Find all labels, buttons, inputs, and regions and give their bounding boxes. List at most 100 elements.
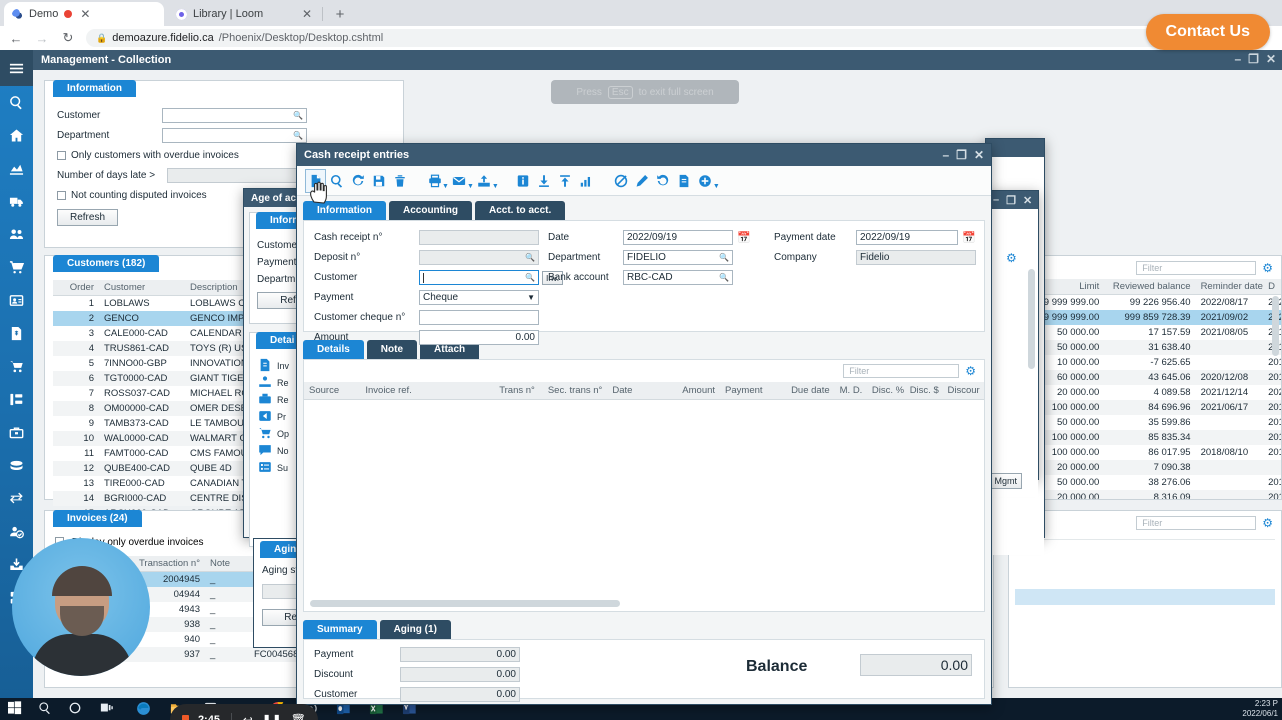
table-row[interactable]: 50 000.0035 599.86201	[1009, 415, 1281, 430]
download-icon[interactable]	[534, 169, 555, 193]
tab-aging[interactable]: Aging (1)	[379, 620, 451, 639]
edit-pen-icon[interactable]	[632, 169, 653, 193]
detail-column-header[interactable]: Discour	[943, 385, 985, 396]
minimize-icon[interactable]: –	[1234, 52, 1241, 66]
table-row[interactable]: 10 000.00-7 625.65201	[1009, 355, 1281, 370]
chart-icon[interactable]	[0, 152, 33, 185]
customer-input[interactable]: 🔍	[162, 108, 307, 123]
checkbox-disputed[interactable]	[57, 191, 66, 200]
info-icon[interactable]	[513, 169, 534, 193]
back-button[interactable]: ←	[8, 31, 24, 46]
detail-column-header[interactable]: Invoice ref.	[360, 385, 481, 396]
pause-icon[interactable]: ❚❚	[262, 713, 282, 720]
save-icon[interactable]	[368, 169, 389, 193]
highlighted-row[interactable]	[1015, 589, 1275, 605]
minimize-icon[interactable]: –	[942, 148, 949, 162]
table-row[interactable]: 60 000.0043 645.062020/12/08201	[1009, 370, 1281, 385]
contact-us-button[interactable]: Contact Us	[1145, 14, 1270, 50]
detail-column-header[interactable]: Due date	[776, 385, 834, 396]
table-row[interactable]: 100 000.0084 696.962021/06/17201	[1009, 400, 1281, 415]
table-row[interactable]: 20 000.008 316.09201	[1009, 490, 1281, 499]
close-icon[interactable]: ✕	[1023, 194, 1032, 207]
detail-column-header[interactable]: Sec. trans n°	[540, 385, 607, 396]
restore-icon[interactable]: ❐	[956, 148, 967, 162]
days-late-input[interactable]	[167, 168, 307, 183]
department-input[interactable]: FIDELIO 🔍	[623, 250, 733, 265]
table-row[interactable]: 50 000.0038 276.06201	[1009, 475, 1281, 490]
balances-grid-body[interactable]: 99 999 999.0099 226 956.402022/08/172029…	[1009, 295, 1282, 499]
hierarchy-icon[interactable]	[0, 383, 33, 416]
edge-icon[interactable]	[136, 701, 152, 717]
trash-icon[interactable]: 🗑	[291, 713, 306, 720]
tab-close-icon[interactable]: ✕	[78, 8, 92, 20]
minimize-icon[interactable]: –	[993, 194, 999, 207]
bar-chart-icon[interactable]	[576, 169, 597, 193]
close-icon[interactable]: ✕	[1266, 52, 1276, 66]
secondary-vscrollbar[interactable]	[1028, 269, 1035, 369]
browser-tab-demo[interactable]: Demo ✕	[4, 2, 164, 26]
table-row[interactable]: 20 000.004 089.582021/12/14202	[1009, 385, 1281, 400]
email-caret-icon[interactable]: ▼	[467, 183, 474, 190]
truck-icon[interactable]	[0, 185, 33, 218]
detail-hscrollbar[interactable]	[310, 600, 620, 607]
home-icon[interactable]	[0, 119, 33, 152]
shopping-cart-icon[interactable]	[0, 350, 33, 383]
bottom-filter-input[interactable]: Filter	[1136, 516, 1257, 530]
restore-icon[interactable]: ❐	[1248, 52, 1259, 66]
summary-tabs[interactable]: Summary Aging (1)	[297, 612, 991, 639]
transfer-icon[interactable]	[0, 482, 33, 515]
verified-icon[interactable]	[0, 515, 33, 548]
money-icon[interactable]	[0, 449, 33, 482]
table-row[interactable]: 20 000.00 7 090.38	[1009, 460, 1281, 475]
task-view-icon[interactable]	[100, 701, 116, 717]
add-caret-icon[interactable]: ▼	[713, 183, 720, 190]
payment-date-input[interactable]: 2022/09/19	[856, 230, 958, 245]
print-caret-icon[interactable]: ▼	[442, 183, 449, 190]
gear-icon[interactable]: ⚙	[1006, 251, 1017, 265]
table-row[interactable]: 100 000.0086 017.952018/08/10201	[1009, 445, 1281, 460]
department-input[interactable]: 🔍	[162, 128, 307, 143]
table-row[interactable]: 99 999 999.0099 226 956.402022/08/17202	[1009, 295, 1282, 310]
tab-acct-to-acct[interactable]: Acct. to acct.	[475, 201, 566, 220]
close-icon[interactable]: ✕	[974, 148, 984, 162]
delete-icon[interactable]	[389, 169, 410, 193]
screen-recorder-toolbar[interactable]: 2:45 ↩ ❚❚ 🗑	[170, 704, 318, 720]
detail-column-header[interactable]: Disc. $	[905, 385, 943, 396]
amount-input[interactable]: 0.00	[419, 330, 539, 345]
upload-icon[interactable]	[555, 169, 576, 193]
stop-icon[interactable]	[182, 714, 189, 720]
export-caret-icon[interactable]: ▼	[492, 183, 499, 190]
table-row[interactable]: 100 000.0085 835.34201	[1009, 430, 1281, 445]
refresh-button[interactable]: Refresh	[57, 209, 119, 226]
taskbar-clock[interactable]: 2:23 P 2022/06/1	[1242, 699, 1278, 719]
tab-summary[interactable]: Summary	[303, 620, 377, 639]
date-input[interactable]: 2022/09/19	[623, 230, 733, 245]
panel-tab-information[interactable]: Information	[53, 80, 136, 97]
detail-filter-input[interactable]: Filter	[843, 364, 960, 378]
detail-column-header[interactable]: Amount	[662, 385, 720, 396]
people-icon[interactable]	[0, 218, 33, 251]
calendar-icon[interactable]: 📅	[737, 231, 751, 244]
contact-card-icon[interactable]	[0, 284, 33, 317]
checkbox-overdue[interactable]	[57, 151, 66, 160]
company-input[interactable]: Fidelio	[856, 250, 976, 265]
tab-accounting[interactable]: Accounting	[389, 201, 472, 220]
cortana-icon[interactable]	[68, 701, 84, 717]
gear-icon[interactable]: ⚙	[965, 364, 976, 378]
new-tab-button[interactable]: +	[330, 5, 350, 25]
detail-column-header[interactable]: Disc. %	[867, 385, 905, 396]
balances-filter-input[interactable]: Filter	[1136, 261, 1257, 275]
refresh-icon[interactable]	[347, 169, 368, 193]
reload-button[interactable]: ↻	[60, 30, 76, 46]
briefcase-icon[interactable]	[0, 416, 33, 449]
restore-icon[interactable]: ❐	[1006, 194, 1016, 207]
payment-select[interactable]: Cheque ▼	[419, 290, 539, 305]
gear-icon[interactable]: ⚙	[1262, 516, 1273, 530]
calendar-icon[interactable]: 📅	[962, 231, 976, 244]
hamburger-icon[interactable]	[0, 50, 33, 86]
search-icon[interactable]	[38, 701, 54, 717]
bank-account-input[interactable]: RBC-CAD 🔍	[623, 270, 733, 285]
search-icon[interactable]	[0, 86, 33, 119]
tab-close-icon[interactable]: ✕	[300, 8, 314, 20]
cash-receipt-no-input[interactable]	[419, 230, 539, 245]
